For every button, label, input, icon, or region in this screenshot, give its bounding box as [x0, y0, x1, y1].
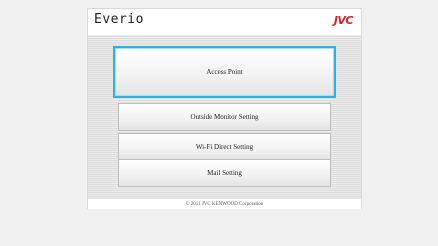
outside-monitor-setting-button[interactable]: Outside Monitor Setting	[118, 103, 331, 131]
settings-page: Everio JVC Access Point Outside Monitor …	[87, 8, 362, 209]
app-title: Everio	[94, 12, 144, 27]
page-header: Everio JVC	[88, 9, 361, 33]
copyright-footer: © 2011 JVC KENWOOD Corporation	[88, 199, 361, 209]
mail-setting-button[interactable]: Mail Setting	[118, 159, 331, 187]
menu-panel: Access Point Outside Monitor Setting Wi-…	[88, 35, 361, 199]
access-point-button[interactable]: Access Point	[113, 46, 336, 98]
jvc-logo: JVC	[333, 14, 354, 27]
wifi-direct-setting-button[interactable]: Wi-Fi Direct Setting	[118, 133, 331, 161]
